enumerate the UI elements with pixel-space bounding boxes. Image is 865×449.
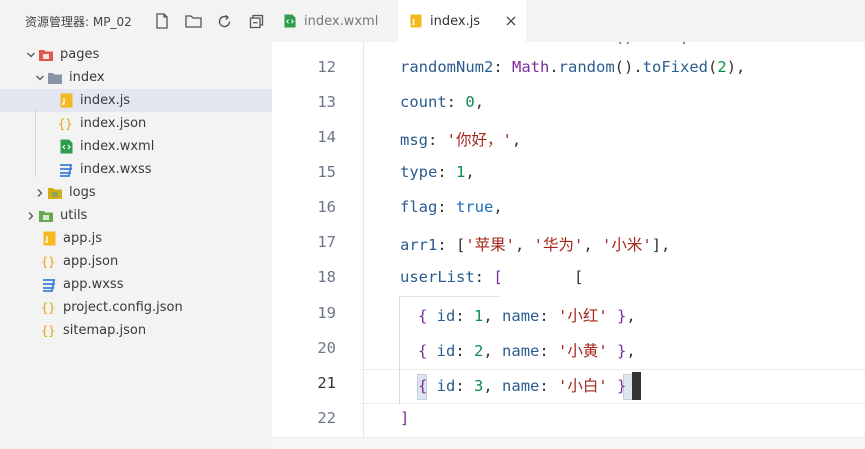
line-number: 16 bbox=[317, 198, 336, 216]
tree-item-project-config[interactable]: {} project.config.json bbox=[0, 296, 272, 319]
tab-label: index.wxml bbox=[304, 13, 379, 29]
js-file-icon bbox=[58, 93, 74, 109]
code-line: { id: 1, name: '小红' }, bbox=[418, 307, 636, 325]
wxml-file-icon bbox=[58, 139, 74, 155]
horizontal-scrollbar[interactable] bbox=[272, 437, 865, 449]
line-number: 12 bbox=[317, 58, 336, 76]
tree-item-label: index.json bbox=[80, 116, 147, 131]
js-file-icon bbox=[410, 14, 422, 28]
text-cursor bbox=[632, 372, 641, 400]
tree-item-index-wxss[interactable]: index.wxss bbox=[0, 158, 272, 181]
json-file-icon: {} bbox=[41, 323, 57, 339]
refresh-icon[interactable] bbox=[209, 9, 241, 33]
json-file-icon: {} bbox=[41, 254, 57, 270]
close-icon[interactable] bbox=[506, 16, 516, 26]
code-line: flag: true, bbox=[400, 198, 503, 216]
tree-item-label: index.wxml bbox=[80, 139, 155, 154]
tree-item-label: app.wxss bbox=[63, 277, 124, 292]
svg-text:{}: {} bbox=[41, 324, 55, 338]
wxss-file-icon bbox=[58, 162, 74, 178]
code-line: type: 1, bbox=[400, 163, 475, 181]
tree-item-label: index bbox=[69, 70, 105, 85]
new-folder-icon[interactable] bbox=[177, 9, 209, 33]
explorer-title: 资源管理器: MP_02 bbox=[25, 14, 132, 29]
tree-item-app-json[interactable]: {} app.json bbox=[0, 250, 272, 273]
tree-item-logs[interactable]: logs bbox=[0, 181, 272, 204]
chevron-right-icon bbox=[24, 209, 38, 223]
code-line: { id: 3, name: '小白' } bbox=[418, 377, 627, 395]
chevron-down-icon bbox=[33, 71, 47, 85]
collapse-all-icon[interactable] bbox=[240, 9, 272, 33]
line-number: 22 bbox=[317, 409, 336, 427]
line-number: 19 bbox=[317, 304, 336, 322]
tree-item-label: sitemap.json bbox=[63, 323, 147, 338]
line-number: 18 bbox=[317, 268, 336, 286]
svg-text:{}: {} bbox=[58, 117, 72, 131]
tree-item-app-js[interactable]: app.js bbox=[0, 227, 272, 250]
code-editor[interactable]: 11 randomNum1: Math.random() * 10, 12 ra… bbox=[272, 42, 865, 449]
line-number: 15 bbox=[317, 163, 336, 181]
svg-text:{}: {} bbox=[41, 255, 55, 269]
tree-item-app-wxss[interactable]: app.wxss bbox=[0, 273, 272, 296]
tree-item-label: project.config.json bbox=[63, 300, 183, 315]
code-line: userList: [ bbox=[400, 268, 503, 286]
code-line: randomNum1: Math.random() * 10, bbox=[400, 42, 689, 46]
code-line: ] bbox=[400, 409, 410, 427]
tab-label: index.js bbox=[430, 13, 481, 29]
tree-item-label: pages bbox=[60, 47, 100, 62]
tab-index-wxml[interactable]: index.wxml bbox=[272, 0, 396, 42]
folder-icon bbox=[47, 70, 63, 86]
tree-item-label: utils bbox=[60, 208, 88, 223]
tree-item-label: index.wxss bbox=[80, 162, 152, 177]
tree-item-label: app.js bbox=[63, 231, 102, 246]
folder-icon bbox=[47, 185, 63, 201]
code-line: { id: 2, name: '小黄' }, bbox=[418, 342, 636, 360]
file-tree: pages index index.js {} index.json index… bbox=[0, 43, 272, 342]
code-line: msg: '你好，', bbox=[400, 131, 522, 149]
chevron-right-icon bbox=[33, 186, 47, 200]
tab-bar: index.wxml index.js bbox=[272, 0, 865, 42]
explorer-panel: 资源管理器: MP_02 pages index index.js {} ind… bbox=[0, 0, 272, 449]
code-line: randomNum2: Math.random().toFixed(2), bbox=[400, 58, 746, 76]
json-file-icon: {} bbox=[41, 300, 57, 316]
wxml-file-icon bbox=[284, 14, 296, 28]
folder-pages-icon bbox=[38, 47, 54, 63]
code-line: count: 0, bbox=[400, 93, 485, 111]
line-number: 11 bbox=[272, 42, 336, 48]
tree-item-index-js[interactable]: index.js bbox=[0, 89, 272, 112]
folder-icon bbox=[38, 208, 54, 224]
line-number: 13 bbox=[317, 93, 336, 111]
tree-item-pages[interactable]: pages bbox=[0, 43, 272, 66]
tree-item-utils[interactable]: utils bbox=[0, 204, 272, 227]
svg-text:{}: {} bbox=[41, 301, 55, 315]
tree-item-label: logs bbox=[69, 185, 96, 200]
indent-guide bbox=[35, 108, 36, 177]
line-number: 20 bbox=[317, 339, 336, 357]
new-file-icon[interactable] bbox=[146, 9, 178, 33]
chevron-down-icon bbox=[24, 48, 38, 62]
line-number: 14 bbox=[317, 128, 336, 146]
wxss-file-icon bbox=[41, 277, 57, 293]
code-line: arr1: ['苹果', '华为', '小米'], bbox=[400, 236, 671, 254]
line-number: 17 bbox=[317, 233, 336, 251]
tree-item-index-json[interactable]: {} index.json bbox=[0, 112, 272, 135]
tree-item-index-folder[interactable]: index bbox=[0, 66, 272, 89]
line-number: 21 bbox=[317, 374, 336, 392]
stray-bracket: [ bbox=[574, 268, 584, 286]
tree-item-sitemap[interactable]: {} sitemap.json bbox=[0, 319, 272, 342]
tree-item-label: index.js bbox=[80, 93, 131, 108]
tab-index-js[interactable]: index.js bbox=[398, 0, 526, 42]
tree-item-label: app.json bbox=[63, 254, 119, 269]
json-file-icon: {} bbox=[58, 116, 74, 132]
js-file-icon bbox=[41, 231, 57, 247]
explorer-header: 资源管理器: MP_02 bbox=[0, 0, 272, 42]
tree-item-index-wxml[interactable]: index.wxml bbox=[0, 135, 272, 158]
